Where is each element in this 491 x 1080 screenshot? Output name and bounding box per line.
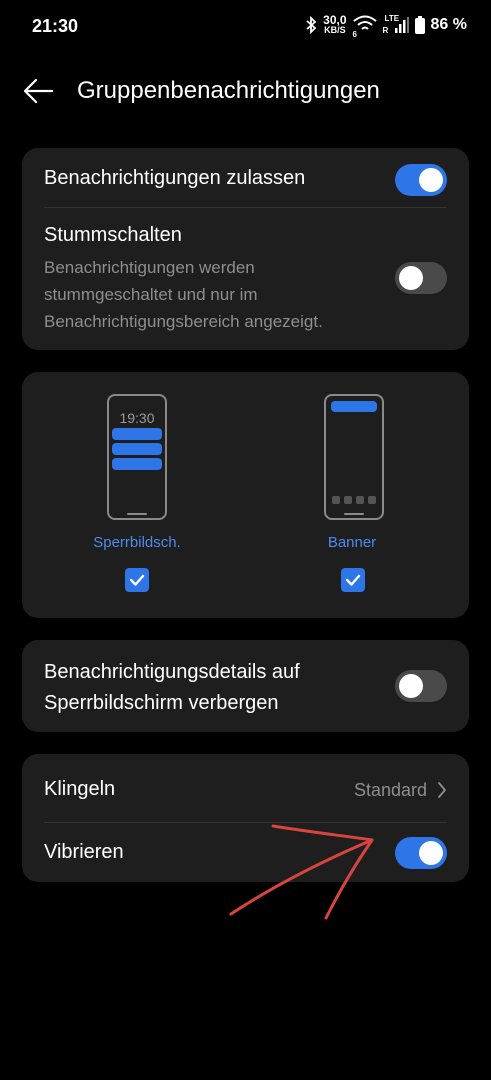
row-ringtone[interactable]: Klingeln Standard bbox=[22, 754, 469, 822]
home-indicator bbox=[127, 513, 147, 515]
banner-preview bbox=[324, 394, 384, 520]
mute-description: Benachrichtigungen werden stummgeschalte… bbox=[44, 258, 323, 331]
card-sound-vibration: Klingeln Standard Vibrieren bbox=[22, 754, 469, 882]
status-icons: 30,0 KB/S 6 LTE R 86 % bbox=[305, 13, 467, 38]
lockscreen-label: Sperrbildsch. bbox=[93, 534, 181, 551]
status-time: 21:30 bbox=[32, 16, 79, 36]
preview-notification bbox=[112, 458, 162, 470]
row-allow-notifications[interactable]: Benachrichtigungen zulassen bbox=[22, 148, 469, 208]
wifi-indicator: 6 bbox=[353, 15, 377, 38]
bluetooth-icon bbox=[306, 15, 317, 34]
option-lockscreen[interactable]: 19:30 Sperrbildsch. bbox=[22, 372, 245, 618]
network-speed: 30,0 KB/S bbox=[323, 13, 347, 35]
allow-notifications-toggle[interactable] bbox=[395, 164, 447, 196]
row-mute[interactable]: Stummschalten Benachrichtigungen werden … bbox=[22, 208, 469, 350]
vibrate-toggle[interactable] bbox=[395, 837, 447, 869]
mute-label: Stummschalten bbox=[44, 224, 182, 246]
ringtone-label: Klingeln bbox=[44, 778, 116, 800]
card-notification-styles: 19:30 Sperrbildsch. Banner bbox=[22, 372, 469, 618]
lockscreen-checkbox[interactable] bbox=[125, 568, 149, 592]
vibrate-label: Vibrieren bbox=[44, 841, 124, 863]
signal-icon bbox=[394, 16, 409, 33]
check-icon bbox=[345, 574, 361, 586]
status-bar: 21:30 30,0 KB/S 6 LTE R 86 % bbox=[0, 0, 491, 52]
page-title: Gruppenbenachrichtigungen bbox=[77, 77, 380, 104]
cell-indicator: LTE R bbox=[383, 14, 409, 35]
battery-percent: 86 % bbox=[430, 15, 467, 33]
card-notification-settings: Benachrichtigungen zulassen Stummschalte… bbox=[22, 148, 469, 350]
banner-checkbox[interactable] bbox=[341, 568, 365, 592]
app-header: Gruppenbenachrichtigungen bbox=[0, 62, 491, 120]
chevron-right-icon bbox=[438, 782, 446, 798]
hide-details-label: Benachrichtigungsdetails auf Sperrbildsc… bbox=[44, 661, 300, 714]
preview-dock bbox=[332, 496, 376, 504]
card-hide-details: Benachrichtigungsdetails auf Sperrbildsc… bbox=[22, 640, 469, 732]
row-vibrate[interactable]: Vibrieren bbox=[22, 822, 469, 882]
battery-icon bbox=[414, 15, 425, 34]
preview-notification bbox=[112, 443, 162, 455]
lockscreen-preview-time: 19:30 bbox=[119, 410, 155, 426]
check-icon bbox=[129, 574, 145, 586]
row-hide-details[interactable]: Benachrichtigungsdetails auf Sperrbildsc… bbox=[22, 640, 469, 732]
allow-notifications-label: Benachrichtigungen zulassen bbox=[44, 167, 306, 189]
hide-details-toggle[interactable] bbox=[395, 670, 447, 702]
option-banner[interactable]: Banner bbox=[245, 372, 469, 618]
banner-label: Banner bbox=[327, 534, 377, 551]
mute-toggle[interactable] bbox=[395, 262, 447, 294]
ringtone-value: Standard bbox=[353, 780, 427, 800]
lockscreen-preview: 19:30 bbox=[107, 394, 167, 520]
preview-notification bbox=[112, 428, 162, 440]
home-indicator bbox=[344, 513, 364, 515]
preview-banner bbox=[331, 401, 377, 412]
arrow-left-icon[interactable] bbox=[22, 76, 54, 106]
